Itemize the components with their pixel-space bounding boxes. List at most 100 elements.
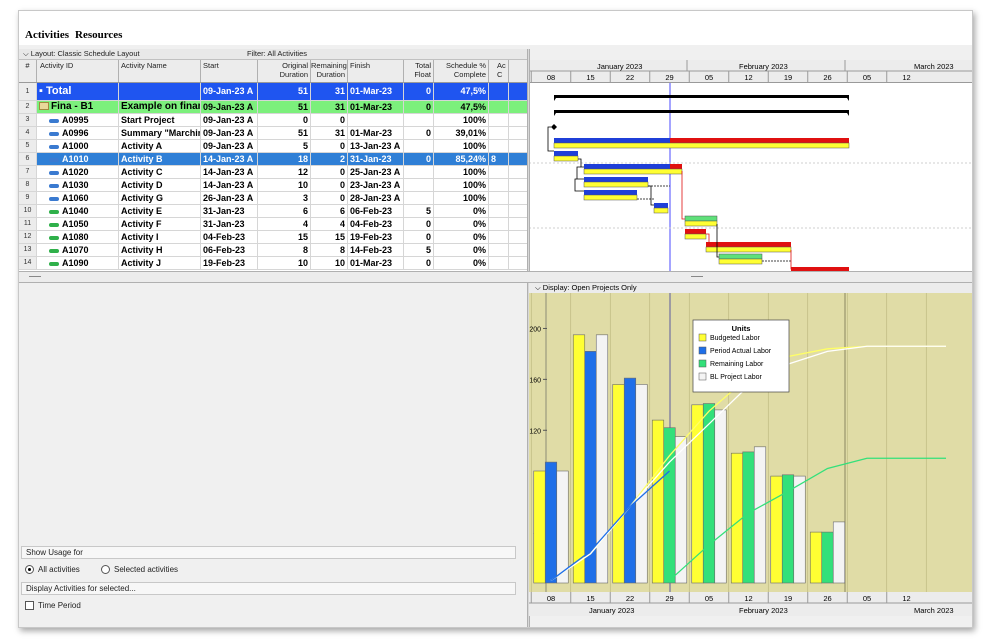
cell-finish[interactable]: 01-Mar-23 xyxy=(348,83,404,100)
cell-finish[interactable]: 06-Feb-23 xyxy=(348,205,404,217)
table-row[interactable]: 9 A1060 Activity G 26-Jan-23 A 3 0 28-Jan-23 A… xyxy=(19,192,529,205)
table-row[interactable]: 7 A1020 Activity C 14-Jan-23 A 12 0 25-Jan-23 … xyxy=(19,166,529,179)
cell-tf[interactable] xyxy=(404,166,434,178)
cell-name[interactable]: Activity A xyxy=(119,140,201,152)
cell-finish[interactable]: 01-Mar-23 xyxy=(348,257,404,269)
cell-extra[interactable] xyxy=(489,140,509,152)
gantt-chart[interactable] xyxy=(529,83,972,271)
cell-start[interactable]: 04-Feb-23 xyxy=(201,231,258,243)
table-row[interactable]: 14 A1090 Activity J 19-Feb-23 10 10 01-Mar-23 0… xyxy=(19,257,529,270)
cell-pct[interactable]: 47,5% xyxy=(434,101,489,113)
cell-rd[interactable]: 6 xyxy=(311,205,348,217)
tab-activities[interactable]: Activities xyxy=(25,29,69,41)
col-activity-id[interactable]: Activity ID xyxy=(37,60,119,82)
activity-bar-a1070[interactable] xyxy=(718,253,763,265)
cell-extra[interactable] xyxy=(489,205,509,217)
bar-period-actual-labor[interactable] xyxy=(544,461,558,584)
bar-bl-project-labor[interactable] xyxy=(635,384,648,584)
cell-start[interactable]: 09-Jan-23 A xyxy=(201,127,258,139)
bar-remaining-labor[interactable] xyxy=(702,403,716,584)
cell-name[interactable]: Activity G xyxy=(119,192,201,204)
cell-rd[interactable]: 0 xyxy=(311,192,348,204)
cell-start[interactable]: 09-Jan-23 A xyxy=(201,140,258,152)
cell-num[interactable]: 14 xyxy=(19,257,37,269)
cell-num[interactable]: 1 xyxy=(19,83,37,100)
chart-display-bar[interactable]: ⌵ Display: Open Projects Only xyxy=(529,283,972,293)
cell-finish[interactable]: 14-Feb-23 xyxy=(348,244,404,256)
cell-start[interactable]: 09-Jan-23 A xyxy=(201,101,258,113)
cell-od[interactable]: 3 xyxy=(258,192,311,204)
cell-rd[interactable]: 0 xyxy=(311,179,348,191)
table-row[interactable]: 6 A1010 Activity B 14-Jan-23 A 18 2 31-Jan-23 0… xyxy=(19,153,529,166)
cell-rd[interactable]: 31 xyxy=(311,83,348,100)
cell-id[interactable]: A0996 xyxy=(37,127,119,139)
cell-num[interactable]: 9 xyxy=(19,192,37,204)
cell-finish[interactable]: 28-Jan-23 A xyxy=(348,192,404,204)
cell-name[interactable]: Activity I xyxy=(119,231,201,243)
col-finish[interactable]: Finish xyxy=(348,60,404,82)
activity-bar-a1040[interactable] xyxy=(684,215,718,227)
summary-bar[interactable] xyxy=(554,95,849,101)
cell-name[interactable]: Activity H xyxy=(119,244,201,256)
cell-od[interactable]: 18 xyxy=(258,153,311,165)
cell-finish[interactable]: 23-Jan-23 A xyxy=(348,179,404,191)
activity-bar-a1080[interactable] xyxy=(705,242,792,253)
bar-bl-project-labor[interactable] xyxy=(753,446,767,584)
cell-id[interactable]: A1030 xyxy=(37,179,119,191)
cell-rd[interactable]: 0 xyxy=(311,114,348,126)
cell-num[interactable]: 6 xyxy=(19,153,37,165)
cell-pct[interactable]: 100% xyxy=(434,179,489,191)
cell-tf[interactable]: 5 xyxy=(404,205,434,217)
cell-extra[interactable] xyxy=(489,101,509,113)
col-start[interactable]: Start xyxy=(201,60,258,82)
cell-tf[interactable]: 0 xyxy=(404,101,434,113)
cell-tf[interactable]: 0 xyxy=(404,127,434,139)
cell-pct[interactable]: 85,24% xyxy=(434,153,489,165)
cell-tf[interactable] xyxy=(404,114,434,126)
activity-bar-a1050[interactable] xyxy=(684,229,707,240)
cell-pct[interactable]: 0% xyxy=(434,218,489,230)
tab-resources[interactable]: Resources xyxy=(75,29,122,41)
cell-id[interactable]: A0995 xyxy=(37,114,119,126)
resource-usage-chart[interactable]: 4080120160200UnitsBudgeted LaborPeriod A… xyxy=(529,293,972,613)
cell-num[interactable]: 4 xyxy=(19,127,37,139)
cell-rd[interactable]: 4 xyxy=(311,218,348,230)
cell-start[interactable]: 19-Feb-23 xyxy=(201,257,258,269)
cell-id[interactable]: A1080 xyxy=(37,231,119,243)
cell-start[interactable]: 09-Jan-23 A xyxy=(201,114,258,126)
cell-pct[interactable]: 0% xyxy=(434,257,489,269)
cell-tf[interactable]: 5 xyxy=(404,244,434,256)
activity-bar-a1030[interactable] xyxy=(583,190,638,201)
activity-bar-a1000[interactable] xyxy=(553,151,579,162)
cell-pct[interactable]: 100% xyxy=(434,166,489,178)
cell-pct[interactable]: 0% xyxy=(434,231,489,243)
cell-id[interactable]: A1000 xyxy=(37,140,119,152)
cell-tf[interactable] xyxy=(404,192,434,204)
cell-extra[interactable]: 8 xyxy=(489,153,509,165)
col-original-duration[interactable]: Original Duration xyxy=(258,60,311,82)
cell-id[interactable]: A1050 xyxy=(37,218,119,230)
layout-label[interactable]: ⌵ Layout: Classic Schedule Layout xyxy=(23,49,140,59)
cell-rd[interactable]: 15 xyxy=(311,231,348,243)
table-row[interactable]: 11 A1050 Activity F 31-Jan-23 4 4 04-Feb-23 0 0% xyxy=(19,218,529,231)
cell-start[interactable]: 31-Jan-23 xyxy=(201,205,258,217)
cell-finish[interactable]: 13-Jan-23 A xyxy=(348,140,404,152)
cell-od[interactable]: 12 xyxy=(258,166,311,178)
cell-finish[interactable]: 01-Mar-23 xyxy=(348,127,404,139)
col-schedule-pct[interactable]: Schedule % Complete xyxy=(434,60,489,82)
table-row[interactable]: 3 A0995 Start Project 09-Jan-23 A 0 0 100% xyxy=(19,114,529,127)
col-remaining-duration[interactable]: Remaining Duration xyxy=(311,60,348,82)
col-ac[interactable]: Ac C xyxy=(489,60,509,82)
bar-budgeted-labor[interactable] xyxy=(809,531,823,584)
table-row[interactable]: 12 A1080 Activity I 04-Feb-23 15 15 19-Feb-23 0… xyxy=(19,231,529,244)
table-row[interactable]: 1 ▪ Total 09-Jan-23 A 51 31 01-Mar-23 0 47,5% xyxy=(19,83,529,101)
table-row[interactable]: 4 A0996 Summary "Marching 09-Jan-23 A 51 31 01… xyxy=(19,127,529,140)
activity-bar-a0996[interactable] xyxy=(553,138,850,149)
cell-od[interactable]: 8 xyxy=(258,244,311,256)
col-total-float[interactable]: Total Float xyxy=(404,60,434,82)
collapse-icon[interactable]: ▪ xyxy=(39,85,46,97)
cell-tf[interactable] xyxy=(404,140,434,152)
cell-num[interactable]: 5 xyxy=(19,140,37,152)
col-activity-name[interactable]: Activity Name xyxy=(119,60,201,82)
cell-od[interactable]: 6 xyxy=(258,205,311,217)
